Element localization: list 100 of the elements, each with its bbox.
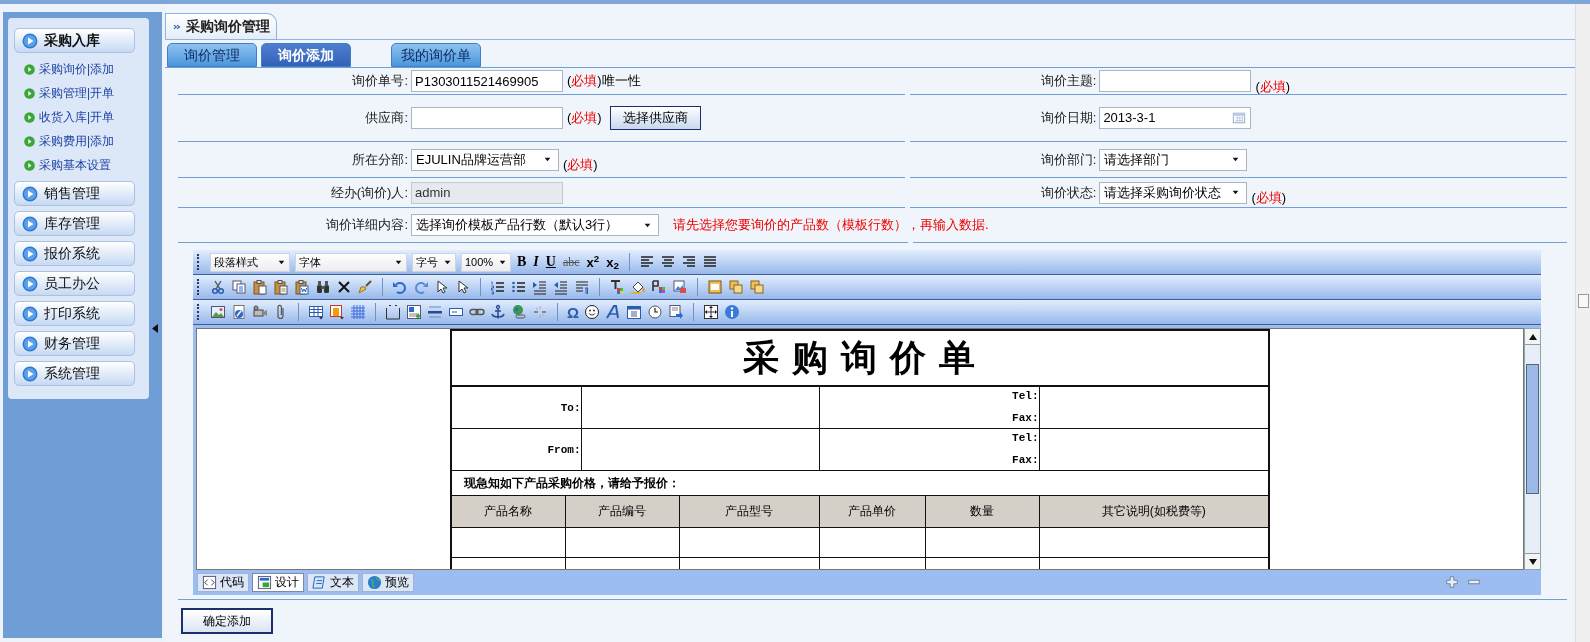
globe-link-icon[interactable] [511, 304, 527, 320]
layers-icon[interactable] [749, 279, 765, 295]
table-icon[interactable] [308, 304, 324, 320]
text-field[interactable] [411, 107, 563, 129]
numbered-list-icon[interactable] [490, 279, 506, 295]
picture-edit-icon[interactable] [672, 279, 688, 295]
redo-icon[interactable] [413, 279, 429, 295]
collapse-arrow-icon[interactable] [152, 324, 158, 333]
menu-item[interactable]: 采购基本设置 [14, 153, 143, 177]
pointer-icon[interactable] [434, 279, 450, 295]
table-cell[interactable] [581, 386, 819, 428]
table-cell[interactable] [581, 428, 819, 470]
menu-group-button[interactable]: 员工办公 [14, 271, 135, 296]
menu-group-button[interactable]: 库存管理 [14, 211, 135, 236]
tab[interactable]: 询价管理 [167, 43, 257, 67]
frame-icon[interactable] [707, 279, 723, 295]
text-field[interactable]: P1303011521469905 [411, 70, 563, 92]
format-button[interactable]: B [516, 255, 528, 269]
mode-tab[interactable]: 设计 [252, 572, 304, 592]
text-field[interactable] [1099, 70, 1252, 92]
format-button[interactable]: abc [561, 256, 581, 268]
menu-item[interactable]: 采购费用|添加 [14, 129, 143, 153]
calendar-page-icon[interactable] [626, 304, 643, 320]
smiley-icon[interactable] [584, 304, 601, 320]
image-icon[interactable] [210, 304, 226, 320]
toolbar-dropdown[interactable]: 字号 [412, 252, 456, 272]
justify-icon[interactable] [701, 254, 718, 270]
copy-icon[interactable] [231, 279, 247, 295]
clipboard-document-icon[interactable] [294, 279, 310, 295]
table-column-icon[interactable] [329, 304, 345, 320]
layers-icon[interactable] [728, 279, 744, 295]
brush-icon[interactable] [357, 279, 373, 295]
anchor-icon[interactable] [490, 304, 506, 320]
indent-icon[interactable] [532, 279, 548, 295]
form-icon[interactable] [406, 304, 422, 320]
clipboard-text-icon[interactable] [273, 279, 289, 295]
bullet-list-icon[interactable] [511, 279, 527, 295]
delete-icon[interactable] [336, 279, 352, 295]
horizontal-rule-icon[interactable] [427, 304, 443, 320]
dropdown[interactable]: 请选择采购询价状态 [1099, 181, 1248, 204]
format-button[interactable]: I [532, 255, 540, 269]
toolbar-dropdown[interactable]: 段落样式 [210, 252, 290, 272]
color-squares-icon[interactable] [651, 279, 667, 295]
binoculars-icon[interactable] [315, 279, 331, 295]
clock-icon[interactable] [647, 304, 664, 320]
date-field[interactable]: 2013-3-1 [1099, 107, 1252, 129]
table-cell[interactable] [451, 527, 565, 557]
video-camera-icon[interactable] [252, 304, 268, 320]
wordart-icon[interactable] [605, 304, 622, 320]
format-button[interactable]: U [544, 255, 557, 269]
submit-button[interactable]: 确定添加 [181, 608, 273, 634]
menu-item[interactable]: 采购询价|添加 [14, 57, 143, 81]
table-cell[interactable] [565, 527, 679, 557]
scroll-down-arrow-icon[interactable] [1528, 558, 1537, 565]
scissors-icon[interactable] [210, 279, 226, 295]
clipboard-icon[interactable] [252, 279, 268, 295]
tab[interactable]: 我的询价单 [391, 43, 481, 67]
fullscreen-icon[interactable] [703, 304, 720, 320]
import-icon[interactable] [668, 304, 685, 320]
toolbar-dropdown[interactable]: 字体 [295, 252, 407, 272]
table-cell[interactable] [925, 527, 1039, 557]
pointer-icon[interactable] [455, 279, 471, 295]
text-frame-icon[interactable] [385, 304, 401, 320]
menu-item[interactable]: 采购管理|开单 [14, 81, 143, 105]
menu-group-button[interactable]: 系统管理 [14, 361, 135, 386]
tab[interactable]: 询价添加 [261, 43, 351, 67]
editor-canvas[interactable]: 采 购 询 价 单 To: Tel: Fax: From: Tel: Fax: 现急知如下产品采购价格，请给予报价： 产品名称 产品编号 产品型号 产品单价 数量 其它说明(如税费等) [196, 328, 1524, 570]
menu-item[interactable]: 收货入库|开单 [14, 105, 143, 129]
table-cell[interactable] [679, 527, 819, 557]
outdent-icon[interactable] [553, 279, 569, 295]
plus-icon[interactable] [1445, 575, 1459, 589]
align-right-icon[interactable] [680, 254, 697, 270]
choose-supplier-button[interactable]: 选择供应商 [609, 106, 701, 130]
mode-tab[interactable]: 代码 [197, 572, 249, 592]
scroll-up-arrow-icon[interactable] [1528, 333, 1537, 340]
text-color-icon[interactable] [609, 279, 625, 295]
dropdown[interactable]: 请选择部门 [1099, 148, 1248, 171]
paragraph-icon[interactable] [574, 279, 590, 295]
mode-tab[interactable]: 预览 [362, 572, 414, 592]
menu-group-button[interactable]: 打印系统 [14, 301, 135, 326]
info-icon[interactable] [724, 304, 741, 320]
format-button[interactable]: x$_{2}$ [605, 255, 620, 269]
align-left-icon[interactable] [638, 254, 655, 270]
menu-group-button[interactable]: 报价系统 [14, 241, 135, 266]
readonly-field[interactable]: admin [411, 181, 563, 204]
undo-icon[interactable] [392, 279, 408, 295]
mode-tab[interactable]: 文本 [307, 572, 359, 592]
table-cell[interactable] [819, 527, 925, 557]
menu-group-button[interactable]: 采购入库 [14, 28, 135, 53]
dropdown[interactable]: 选择询价模板产品行数（默认3行） [411, 214, 659, 236]
dropdown[interactable]: EJULIN品牌运营部 [411, 148, 559, 171]
toolbar-dropdown[interactable]: 100% [461, 252, 511, 272]
paint-bucket-icon[interactable] [630, 279, 646, 295]
menu-group-button[interactable]: 销售管理 [14, 181, 135, 206]
align-center-icon[interactable] [659, 254, 676, 270]
menu-group-button[interactable]: 财务管理 [14, 331, 135, 356]
grid-icon[interactable] [350, 304, 366, 320]
format-button[interactable]: x$^{2}$ [585, 255, 601, 269]
scrollbar[interactable] [1524, 328, 1541, 570]
special-character-button[interactable]: Ω [567, 304, 580, 320]
